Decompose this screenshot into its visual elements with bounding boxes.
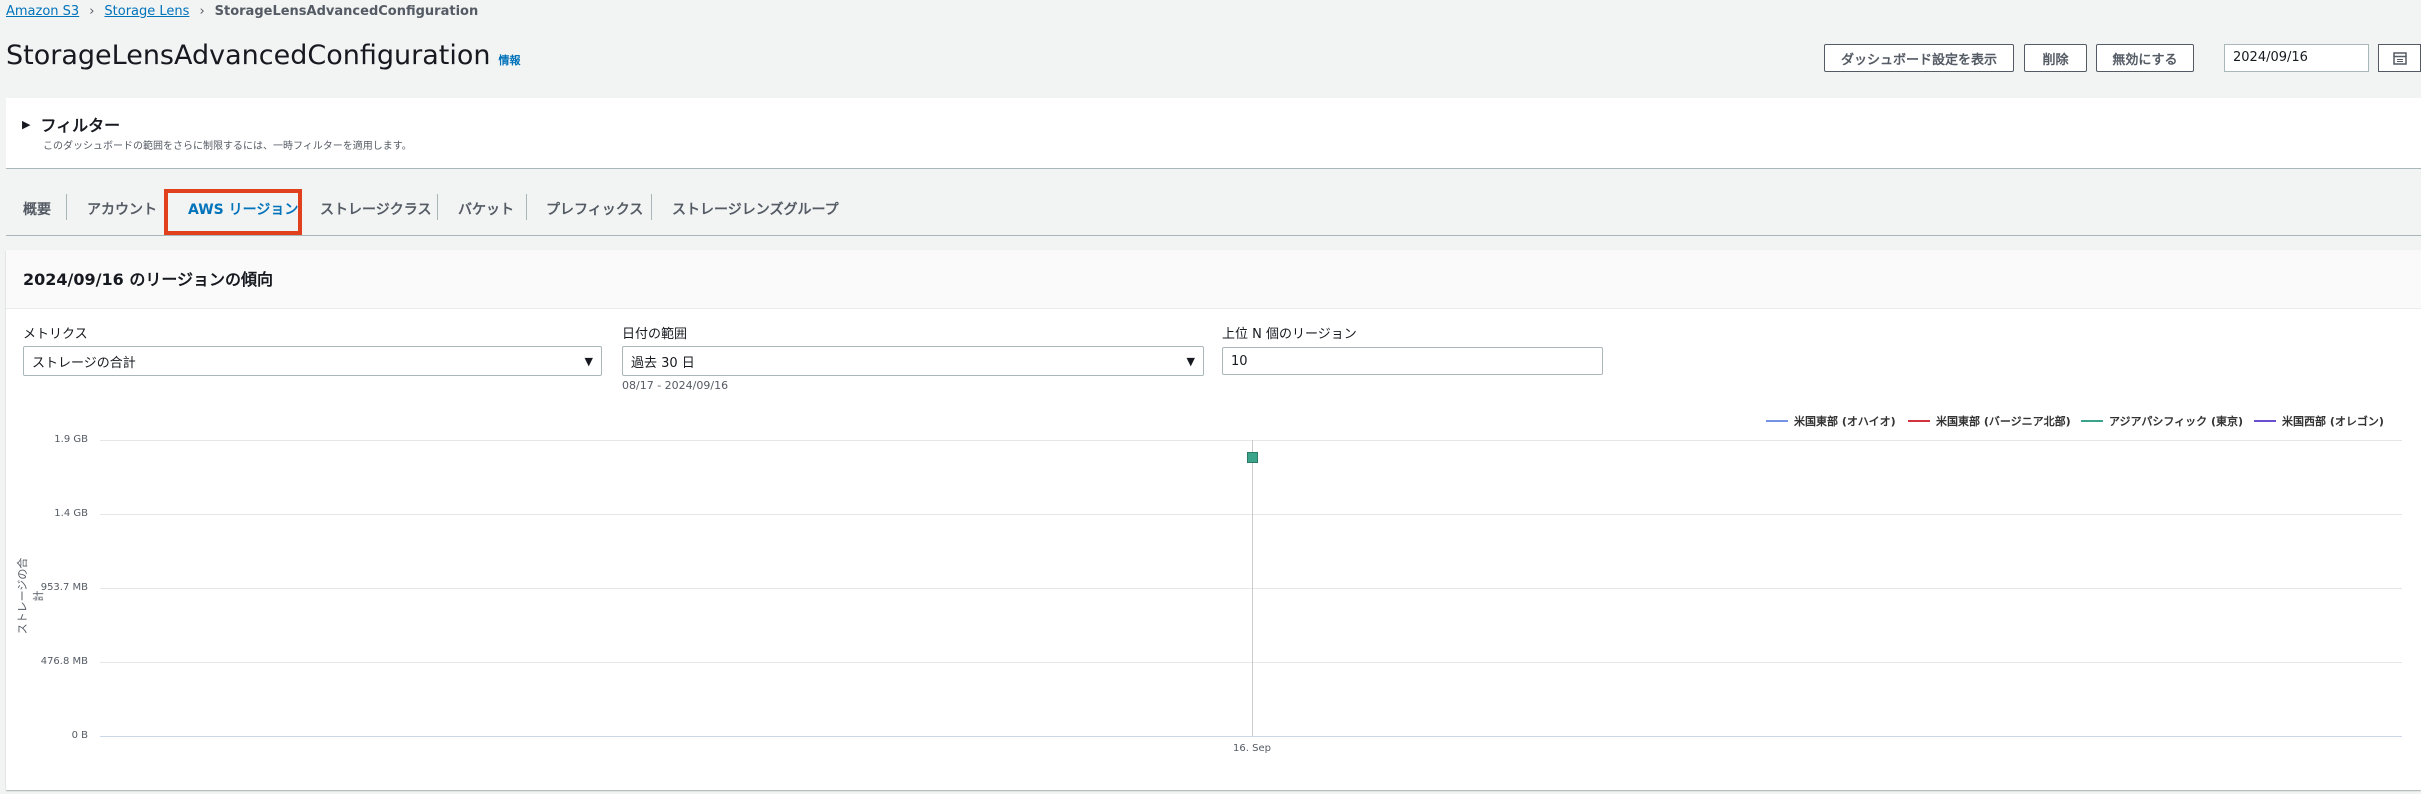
tab-divider	[526, 194, 527, 220]
gridline	[100, 440, 2402, 441]
metrics-label: メトリクス	[23, 327, 88, 342]
legend-item-virginia[interactable]: 米国東部 (バージニア北部)	[1908, 413, 2071, 429]
filter-title: フィルター	[40, 116, 121, 135]
y-tick-label: 0 B	[71, 730, 88, 741]
tab-storage-lens-groups[interactable]: ストレージレンズグループ	[672, 199, 839, 219]
gridline	[100, 514, 2402, 515]
legend-swatch	[2081, 420, 2103, 422]
metrics-select[interactable]: ストレージの合計 ▼	[23, 346, 602, 376]
tabs-bottom-border	[6, 235, 2421, 236]
breadcrumb-amazon-s3[interactable]: Amazon S3	[6, 4, 79, 19]
date-range-hint: 08/17 - 2024/09/16	[622, 379, 729, 392]
metrics-select-value: ストレージの合計	[32, 355, 136, 371]
filter-expand-toggle[interactable]: ▶ フィルター	[22, 112, 120, 136]
tab-aws-regions[interactable]: AWS リージョン	[188, 199, 298, 219]
calendar-icon	[2392, 52, 2407, 65]
legend-swatch	[1908, 420, 1930, 422]
top-n-input[interactable]: 10	[1222, 347, 1603, 375]
x-axis-line	[100, 736, 2402, 737]
data-point-tokyo[interactable]	[1247, 452, 1258, 463]
tab-storage-class[interactable]: ストレージクラス	[320, 199, 431, 219]
panel-header	[6, 250, 2421, 309]
delete-button[interactable]: 削除	[2024, 44, 2087, 72]
chevron-right-icon: ›	[89, 4, 95, 19]
legend-label: 米国東部 (バージニア北部)	[1936, 415, 2071, 428]
tab-accounts[interactable]: アカウント	[87, 199, 157, 219]
legend-swatch	[2254, 420, 2276, 422]
tab-overview[interactable]: 概要	[23, 199, 51, 219]
legend-swatch	[1766, 420, 1788, 422]
page-title: StorageLensAdvancedConfiguration	[6, 40, 491, 71]
y-tick-label: 476.8 MB	[40, 656, 88, 667]
y-tick-label: 1.4 GB	[54, 508, 88, 519]
tab-divider	[651, 194, 652, 220]
legend-item-tokyo[interactable]: アジアパシフィック (東京)	[2081, 413, 2243, 429]
disable-button[interactable]: 無効にする	[2096, 44, 2194, 72]
date-input[interactable]: 2024/09/16	[2224, 44, 2369, 72]
legend-label: アジアパシフィック (東京)	[2109, 415, 2244, 428]
date-range-label: 日付の範囲	[622, 327, 688, 342]
legend-item-oregon[interactable]: 米国西部 (オレゴン)	[2254, 413, 2384, 429]
filter-description: このダッシュボードの範囲をさらに制限するには、一時フィルターを適用します。	[43, 141, 412, 152]
legend-item-ohio[interactable]: 米国東部 (オハイオ)	[1766, 413, 1896, 429]
caret-right-icon: ▶	[22, 117, 31, 131]
y-tick-label: 953.7 MB	[40, 582, 88, 593]
panel-title: 2024/09/16 のリージョンの傾向	[23, 270, 274, 289]
gridline	[100, 662, 2402, 663]
x-tick-label: 16. Sep	[1233, 743, 1271, 754]
tab-prefixes[interactable]: プレフィックス	[546, 199, 643, 219]
calendar-button[interactable]	[2378, 44, 2421, 72]
top-n-label: 上位 N 個のリージョン	[1222, 327, 1357, 342]
tab-divider	[437, 194, 438, 220]
legend-label: 米国東部 (オハイオ)	[1794, 415, 1896, 428]
region-trends-panel: 2024/09/16 のリージョンの傾向	[6, 250, 2421, 790]
view-dashboard-settings-button[interactable]: ダッシュボード設定を表示	[1824, 44, 2014, 72]
filter-panel: ▶ フィルター このダッシュボードの範囲をさらに制限するには、一時フィルターを適…	[6, 98, 2421, 169]
tab-buckets[interactable]: バケット	[458, 199, 514, 219]
chevron-right-icon: ›	[199, 4, 205, 19]
crosshair-line	[1252, 440, 1253, 736]
breadcrumb-current: StorageLensAdvancedConfiguration	[214, 4, 479, 19]
tab-divider	[66, 194, 67, 220]
y-tick-label: 1.9 GB	[54, 434, 88, 445]
page-header: StorageLensAdvancedConfiguration 情報	[6, 40, 520, 71]
caret-down-icon: ▼	[1186, 354, 1195, 368]
date-range-select[interactable]: 過去 30 日 ▼	[622, 346, 1204, 376]
breadcrumb: Amazon S3 › Storage Lens › StorageLensAd…	[6, 4, 478, 19]
date-range-select-value: 過去 30 日	[631, 355, 695, 371]
y-axis-title: ストレージの合計	[16, 557, 45, 635]
legend-label: 米国西部 (オレゴン)	[2282, 415, 2384, 428]
breadcrumb-storage-lens[interactable]: Storage Lens	[104, 4, 189, 19]
caret-down-icon: ▼	[584, 354, 593, 368]
info-link[interactable]: 情報	[498, 52, 520, 68]
gridline	[100, 588, 2402, 589]
